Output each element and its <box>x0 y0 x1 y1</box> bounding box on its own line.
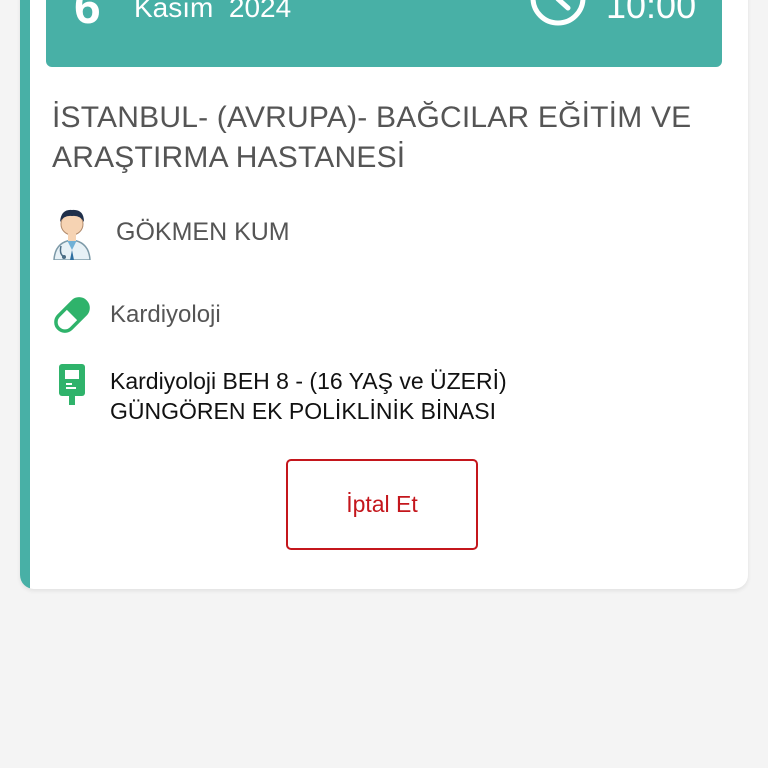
doctor-row: GÖKMEN KUM <box>50 204 290 260</box>
department-row: Kardiyoloji <box>50 287 221 343</box>
pill-icon <box>50 287 94 343</box>
doctor-avatar-icon <box>50 204 94 260</box>
clinic-line-2: GÜNGÖREN EK POLİKLİNİK BİNASI <box>110 398 496 424</box>
appointment-month-year: Kasım 2024 <box>134 0 292 23</box>
hospital-name: İSTANBUL- (AVRUPA)- BAĞCILAR EĞİTİM VE A… <box>52 101 692 174</box>
appointment-time: 10:00 <box>606 0 697 26</box>
clinic-info: Kardiyoloji BEH 8 - (16 YAŞ ve ÜZERİ) GÜ… <box>110 366 507 426</box>
card-accent-bar <box>20 0 30 589</box>
appointment-card: 6 Kasım 2024 10:00 İSTANBUL- (AVRUPA)- B… <box>20 0 748 589</box>
clinic-line-1: Kardiyoloji BEH 8 - (16 YAŞ ve ÜZERİ) <box>110 368 507 394</box>
clock-icon <box>530 0 586 26</box>
date-time-banner: 6 Kasım 2024 10:00 <box>46 0 722 67</box>
clinic-door-icon <box>50 356 94 412</box>
doctor-name: GÖKMEN KUM <box>116 217 290 246</box>
clinic-row: Kardiyoloji BEH 8 - (16 YAŞ ve ÜZERİ) GÜ… <box>50 356 507 426</box>
department-name: Kardiyoloji <box>110 301 221 328</box>
cancel-appointment-button[interactable]: İptal Et <box>286 459 478 550</box>
appointment-day: 6 <box>74 0 101 34</box>
